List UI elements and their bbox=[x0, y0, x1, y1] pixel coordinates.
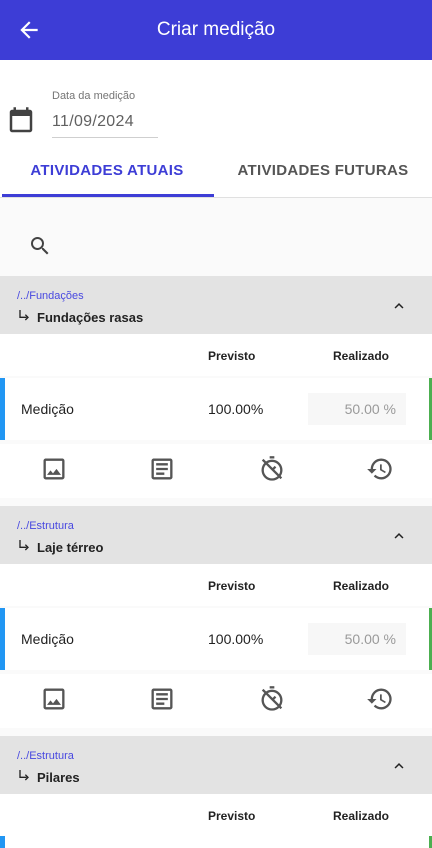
row-accent-left bbox=[0, 836, 5, 848]
col-previsto: Previsto bbox=[208, 579, 256, 593]
tab-bar: ATIVIDADES ATUAIS ATIVIDADES FUTURAS bbox=[0, 152, 432, 198]
page-title: Criar medição bbox=[156, 19, 276, 40]
image-icon[interactable] bbox=[40, 455, 68, 483]
section-header[interactable]: /../Fundações Fundações rasas bbox=[0, 276, 432, 334]
measurement-row: Medição 100.00% 50.00 % bbox=[0, 378, 432, 440]
chevron-up-icon[interactable] bbox=[390, 297, 408, 315]
date-block: Data da medição 11/09/2024 bbox=[0, 60, 432, 152]
col-previsto: Previsto bbox=[208, 809, 256, 823]
section-name: Laje térreo bbox=[37, 540, 104, 555]
section-path: /../Estrutura bbox=[17, 750, 74, 762]
section-header[interactable]: /../Estrutura Laje térreo bbox=[0, 506, 432, 564]
section-name: Pilares bbox=[37, 770, 80, 785]
app-bar: Criar medição bbox=[0, 0, 432, 60]
col-realizado: Realizado bbox=[333, 579, 390, 593]
chevron-up-icon[interactable] bbox=[390, 757, 408, 775]
section-header[interactable]: /../Estrutura Pilares bbox=[0, 736, 432, 794]
section-name: Fundações rasas bbox=[37, 310, 144, 325]
history-icon[interactable] bbox=[366, 685, 394, 713]
image-icon[interactable] bbox=[40, 685, 68, 713]
realizado-input[interactable]: 50.00 % bbox=[308, 623, 406, 655]
col-previsto: Previsto bbox=[208, 349, 256, 363]
tab-atividades-futuras[interactable]: ATIVIDADES FUTURAS bbox=[214, 152, 432, 198]
col-realizado: Realizado bbox=[333, 349, 390, 363]
section-path: /../Estrutura bbox=[17, 520, 74, 532]
previsto-value: 100.00% bbox=[208, 631, 264, 647]
chevron-up-icon[interactable] bbox=[390, 527, 408, 545]
date-label: Data da medição bbox=[52, 90, 136, 102]
row-label: Medição bbox=[21, 631, 74, 647]
row-accent-left bbox=[0, 378, 5, 440]
history-icon[interactable] bbox=[366, 455, 394, 483]
row-label: Medição bbox=[21, 401, 74, 417]
notes-icon[interactable] bbox=[148, 455, 176, 483]
tab-atividades-atuais[interactable]: ATIVIDADES ATUAIS bbox=[0, 152, 214, 198]
row-actions bbox=[0, 674, 432, 728]
column-header: Previsto Realizado bbox=[0, 794, 432, 836]
search-icon[interactable] bbox=[28, 234, 52, 258]
subdirectory-arrow-icon bbox=[19, 770, 29, 781]
date-field[interactable]: 11/09/2024 bbox=[52, 106, 158, 138]
column-header: Previsto Realizado bbox=[0, 334, 432, 376]
calendar-icon[interactable] bbox=[6, 104, 36, 138]
previsto-value: 100.00% bbox=[208, 401, 264, 417]
timer-off-icon[interactable] bbox=[258, 455, 286, 483]
col-realizado: Realizado bbox=[333, 809, 390, 823]
search-area bbox=[0, 198, 432, 276]
column-header: Previsto Realizado bbox=[0, 564, 432, 606]
subdirectory-arrow-icon bbox=[19, 540, 29, 551]
section-path: /../Fundações bbox=[17, 290, 84, 302]
realizado-input[interactable]: 50.00 % bbox=[308, 393, 406, 425]
measurement-row bbox=[0, 836, 432, 848]
measurement-row: Medição 100.00% 50.00 % bbox=[0, 608, 432, 670]
tab-indicator bbox=[2, 194, 214, 197]
row-accent-left bbox=[0, 608, 5, 670]
row-actions bbox=[0, 444, 432, 498]
timer-off-icon[interactable] bbox=[258, 685, 286, 713]
subdirectory-arrow-icon bbox=[19, 310, 29, 321]
notes-icon[interactable] bbox=[148, 685, 176, 713]
